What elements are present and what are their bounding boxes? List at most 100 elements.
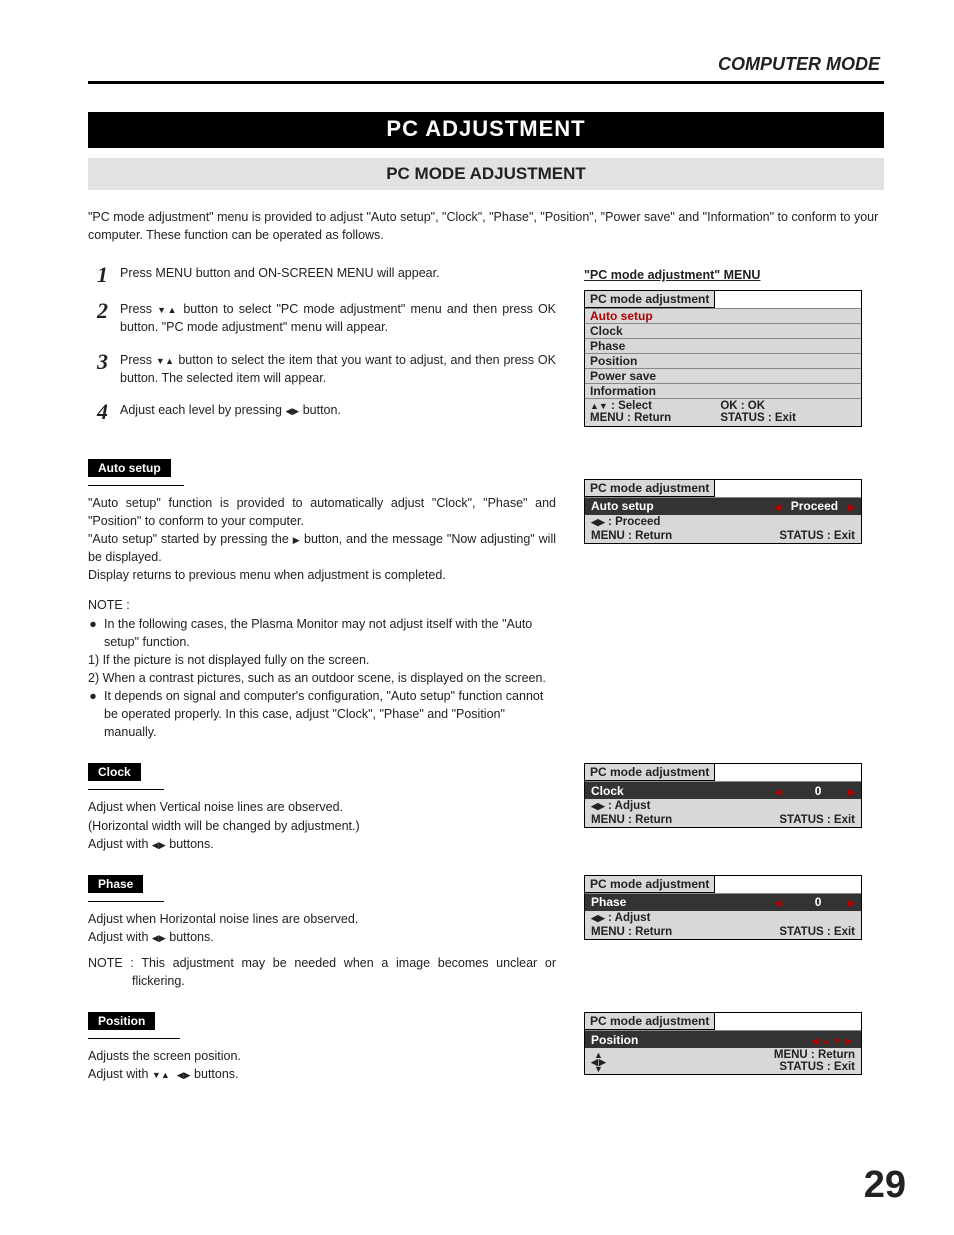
section-heading-position: Position [88,1012,155,1030]
text-fragment: button to select the item that you want … [120,353,556,385]
triangle-left-icon [591,800,598,812]
triangle-left-icon [152,837,159,851]
note-block: NOTE : ●In the following cases, the Plas… [88,596,556,741]
text-fragment: MENU : Return [591,814,672,826]
text-fragment: STATUS : Exit [779,814,855,826]
step-text: Press button to select the item that you… [120,351,556,387]
triangle-left-icon [774,895,781,909]
text-fragment: Press [120,353,156,367]
section-heading-clock: Clock [88,763,141,781]
text-fragment: STATUS : Exit [779,530,855,542]
osd-active-row: Clock 0 [585,782,861,799]
triangle-right-icon [598,516,605,528]
text-fragment: buttons. [191,1067,239,1081]
osd-title: PC mode adjustment [585,291,715,308]
triangle-right-icon [848,499,855,513]
step-number: 2 [88,300,108,322]
text-fragment: Phase [591,895,626,909]
body-text: Adjusts the screen position. [88,1047,556,1065]
osd-autosetup: PC mode adjustment Auto setup Proceed : … [584,479,862,544]
step-text: Press button to select "PC mode adjustme… [120,300,556,336]
osd-active-row: Auto setup Proceed [585,498,861,515]
triangle-down-icon [833,1033,845,1047]
osd-item: Clock [585,324,861,339]
step-number: 1 [88,264,108,286]
step-4: 4 Adjust each level by pressing button. [88,401,556,423]
text-fragment: Adjust each level by pressing [120,403,285,417]
step-3: 3 Press button to select the item that y… [88,351,556,387]
text-fragment: It depends on signal and computer's conf… [104,687,556,741]
osd-hint-row: : Proceed [585,515,861,529]
osd-main-menu: PC mode adjustment Auto setup Clock Phas… [584,290,862,427]
triangle-up-icon [590,400,599,412]
osd-hint-row: : Adjust [585,799,861,813]
text-fragment: Adjust with [88,1067,152,1081]
triangle-left-icon [177,1067,184,1081]
text-fragment: MENU : Return [591,926,672,938]
osd-item: Phase [585,339,861,354]
osd-footer: : Select OK : OK MENU : Return STATUS : … [585,399,861,426]
step-text: Press MENU button and ON-SCREEN MENU wil… [120,264,556,282]
text-fragment: MENU : Return [774,1049,855,1061]
osd-phase: PC mode adjustment Phase 0 : Adjust MENU… [584,875,862,940]
triangle-down-icon [156,353,165,367]
triangle-right-icon [159,930,166,944]
triangle-down-icon [157,302,168,316]
body-text: Adjust with buttons. [88,928,556,946]
text-fragment: : Select [608,400,652,412]
triangle-right-icon [293,532,300,546]
text-fragment: button to select "PC mode adjustment" me… [120,302,556,334]
body-text: Adjust with buttons. [88,835,556,853]
text-fragment: In the following cases, the Plasma Monit… [104,615,556,651]
osd-footer-row: MENU : Return STATUS : Exit [585,529,861,543]
osd-active-row: Phase 0 [585,894,861,911]
osd-footer-row: MENU : Return STATUS : Exit [585,1048,861,1074]
text-fragment: buttons. [166,837,214,851]
osd-item: Power save [585,369,861,384]
arrow-cluster-icon [591,1050,606,1073]
page-number: 29 [864,1164,906,1207]
text-fragment: Adjust with [88,930,152,944]
text-fragment: STATUS : Exit [779,926,855,938]
text-fragment: OK : OK [720,400,856,412]
text-fragment: MENU : Return [590,412,720,424]
body-text: "Auto setup" function is provided to aut… [88,494,556,530]
page-header: COMPUTER MODE [88,54,884,75]
menu-caption: "PC mode adjustment" MENU [584,268,884,282]
text-fragment: STATUS : Exit [720,412,856,424]
triangle-right-icon [848,895,855,909]
osd-title: PC mode adjustment [585,764,715,781]
body-text: Adjust when Vertical noise lines are obs… [88,798,556,816]
osd-active-row: Position [585,1031,861,1048]
osd-title: PC mode adjustment [585,1013,715,1030]
triangle-right-icon [598,800,605,812]
text-fragment: : Adjust [605,912,651,924]
text-fragment: "Auto setup" started by pressing the [88,532,293,546]
osd-value: 0 [815,784,822,798]
osd-footer-row: MENU : Return STATUS : Exit [585,813,861,827]
bullet-icon: ● [88,615,98,651]
text-fragment: button. [299,403,341,417]
text-fragment: Clock [591,784,624,798]
note-label: NOTE : [88,596,556,614]
text-fragment: Proceed [791,499,838,513]
osd-item: Information [585,384,861,399]
osd-position: PC mode adjustment Position MENU : Retur… [584,1012,862,1075]
osd-value: 0 [815,895,822,909]
text-fragment: 2) When a contrast pictures, such as an … [102,669,556,687]
triangle-left-icon [774,784,781,798]
step-number: 3 [88,351,108,373]
triangle-right-icon [848,784,855,798]
section-heading-phase: Phase [88,875,143,893]
text-fragment: Adjust with [88,837,152,851]
bullet-icon: ● [88,687,98,741]
text-fragment: STATUS : Exit [774,1061,855,1073]
osd-title: PC mode adjustment [585,876,715,893]
triangle-up-icon [168,302,179,316]
triangle-down-icon [599,400,608,412]
triangle-left-icon [591,912,598,924]
osd-clock: PC mode adjustment Clock 0 : Adjust MENU… [584,763,862,828]
triangle-right-icon [159,837,166,851]
step-text: Adjust each level by pressing button. [120,401,556,419]
step-2: 2 Press button to select "PC mode adjust… [88,300,556,336]
